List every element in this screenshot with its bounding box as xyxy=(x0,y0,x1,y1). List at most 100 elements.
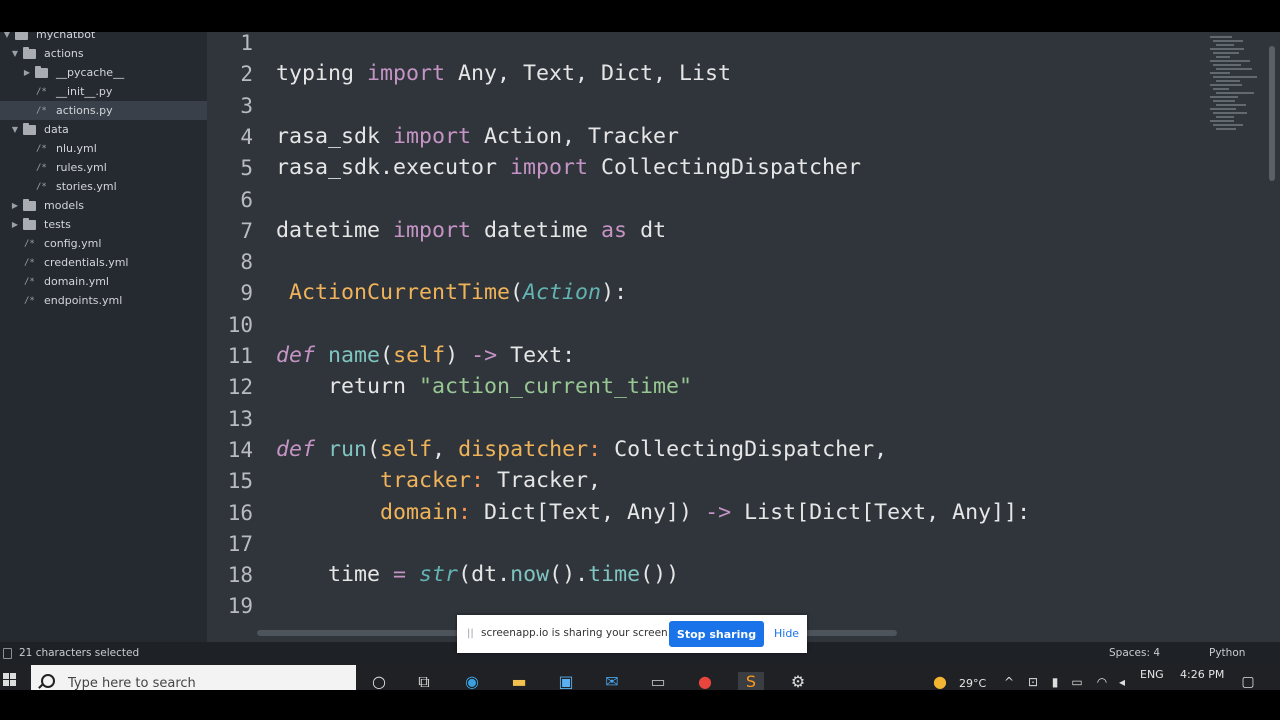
notification-icon[interactable]: ▢ xyxy=(1238,672,1258,690)
file-item[interactable]: /* stories.yml xyxy=(0,177,207,196)
screen-share-banner: || screenapp.io is sharing your screen. … xyxy=(457,615,807,653)
input-language[interactable]: ENG xyxy=(1140,668,1164,681)
code-token: name xyxy=(328,343,381,368)
minimap[interactable] xyxy=(1207,32,1267,142)
chevron-right-icon[interactable]: ▶ xyxy=(22,68,32,77)
volume-icon[interactable]: ◂ xyxy=(1112,672,1132,690)
windows-start-icon[interactable] xyxy=(3,673,17,687)
folder-icon xyxy=(23,199,36,211)
vertical-scrollbar[interactable] xyxy=(1269,46,1275,181)
code-line[interactable]: time = str(dt.now().time()) xyxy=(276,562,679,588)
indentation-setting[interactable]: Spaces: 4 xyxy=(1109,647,1160,659)
temperature-readout[interactable]: 29°C xyxy=(959,677,986,690)
code-line[interactable]: datetime import datetime as dt xyxy=(276,218,666,244)
folder-item[interactable]: ▼ mychatbot xyxy=(0,32,207,44)
file-item[interactable]: /* __init__.py xyxy=(0,82,207,101)
network-icon[interactable]: ⊡ xyxy=(1023,672,1043,690)
code-token: Action, Tracker xyxy=(471,123,680,149)
settings-gear-icon[interactable]: ⚙ xyxy=(788,672,808,690)
panel-toggle-icon[interactable] xyxy=(3,648,12,659)
code-line[interactable]: def name(self) -> Text: xyxy=(276,343,575,369)
code-editor[interactable]: 1 2 3 4 5 6 7 8 9 10 11 12 13 14 15 16 17 18 19 typing impo… xyxy=(207,32,1280,642)
code-line[interactable]: rasa_sdk.executor import CollectingDispa… xyxy=(276,155,861,181)
minimap-line xyxy=(1216,44,1234,46)
file-icon: /* xyxy=(36,86,47,97)
taskbar-search-input[interactable]: Type here to search xyxy=(31,665,356,690)
file-item[interactable]: /* nlu.yml xyxy=(0,139,207,158)
file-item[interactable]: /* endpoints.yml xyxy=(0,291,207,310)
code-token: def xyxy=(276,343,316,368)
file-explorer-icon[interactable]: ▬ xyxy=(509,672,529,690)
top-letterbox xyxy=(0,0,1280,32)
file-item[interactable]: /* rules.yml xyxy=(0,158,207,177)
clock-time[interactable]: 4:26 PM xyxy=(1180,668,1224,681)
code-token: as xyxy=(601,217,628,243)
line-number: 16 xyxy=(227,500,253,525)
line-number: 13 xyxy=(227,406,253,431)
code-token: self xyxy=(380,436,433,462)
task-view-icon[interactable]: ⧉ xyxy=(414,672,434,690)
edge-browser-icon[interactable]: ◉ xyxy=(462,672,482,690)
line-number: 17 xyxy=(227,531,253,556)
chevron-down-icon[interactable]: ▼ xyxy=(10,49,20,58)
line-number: 5 xyxy=(240,156,253,181)
code-line[interactable]: return "action_current_time" xyxy=(276,374,692,400)
file-icon: /* xyxy=(36,162,47,173)
code-token: "action_current_time" xyxy=(419,374,693,400)
drag-handle-icon[interactable]: || xyxy=(467,628,474,639)
folder-item[interactable]: ▼ data xyxy=(0,120,207,139)
minimap-line xyxy=(1210,108,1236,110)
code-token: : xyxy=(588,436,602,462)
file-item[interactable]: /* domain.yml xyxy=(0,272,207,291)
code-line[interactable]: ActionCurrentTime(Action): xyxy=(276,280,627,306)
file-item[interactable]: /* config.yml xyxy=(0,234,207,253)
tree-item-label: config.yml xyxy=(44,237,102,250)
chrome-icon[interactable]: ● xyxy=(695,672,715,690)
cortana-icon[interactable]: ○ xyxy=(369,672,389,690)
chevron-right-icon[interactable]: ▶ xyxy=(10,220,20,229)
file-icon: /* xyxy=(24,238,35,249)
folder-item[interactable]: ▼ actions xyxy=(0,44,207,63)
stop-sharing-button[interactable]: Stop sharing xyxy=(669,621,764,647)
chevron-up-icon[interactable]: ^ xyxy=(999,672,1019,690)
code-line[interactable]: typing import Any, Text, Dict, List xyxy=(276,61,731,87)
store-icon[interactable]: ▣ xyxy=(556,672,576,690)
folder-item[interactable]: ▶ models xyxy=(0,196,207,215)
folder-item[interactable]: ▶ __pycache__ xyxy=(0,63,207,82)
line-number: 18 xyxy=(227,563,253,588)
code-token: str xyxy=(419,562,459,588)
sublime-text-icon[interactable]: S xyxy=(738,672,764,690)
terminal-icon[interactable]: ▭ xyxy=(648,672,668,690)
hide-button[interactable]: Hide xyxy=(774,627,799,640)
line-number: 8 xyxy=(240,250,253,275)
chevron-down-icon[interactable]: ▼ xyxy=(10,125,20,134)
code-line[interactable]: def run(self, dispatcher: CollectingDisp… xyxy=(276,437,887,463)
file-item[interactable]: /* credentials.yml xyxy=(0,253,207,272)
line-number: 6 xyxy=(240,187,253,212)
code-token: ()) xyxy=(640,562,680,588)
code-token: List[Dict[Text, Any]]: xyxy=(731,499,1031,525)
minimap-line xyxy=(1213,100,1235,102)
wifi-icon[interactable]: ◠ xyxy=(1092,672,1112,690)
code-token: run xyxy=(328,436,368,462)
code-line[interactable]: rasa_sdk import Action, Tracker xyxy=(276,124,679,150)
file-item[interactable]: /* actions.py xyxy=(0,101,207,120)
minimap-line xyxy=(1216,128,1236,130)
code-line[interactable]: domain: Dict[Text, Any]) -> List[Dict[Te… xyxy=(276,500,1030,526)
selection-status: 21 characters selected xyxy=(19,647,140,659)
code-token: ( xyxy=(380,343,394,368)
tree-item-label: endpoints.yml xyxy=(44,294,123,307)
tree-item-label: models xyxy=(44,199,84,212)
chevron-down-icon[interactable]: ▼ xyxy=(2,32,12,39)
code-token: (). xyxy=(549,562,589,588)
folder-item[interactable]: ▶ tests xyxy=(0,215,207,234)
mail-icon[interactable]: ✉ xyxy=(602,672,622,690)
chevron-right-icon[interactable]: ▶ xyxy=(10,201,20,210)
microphone-icon[interactable]: ▮ xyxy=(1045,672,1065,690)
code-line[interactable]: tracker: Tracker, xyxy=(276,468,601,494)
battery-icon[interactable]: ▭ xyxy=(1067,672,1087,690)
syntax-setting[interactable]: Python xyxy=(1209,647,1245,659)
file-icon: /* xyxy=(36,105,47,116)
